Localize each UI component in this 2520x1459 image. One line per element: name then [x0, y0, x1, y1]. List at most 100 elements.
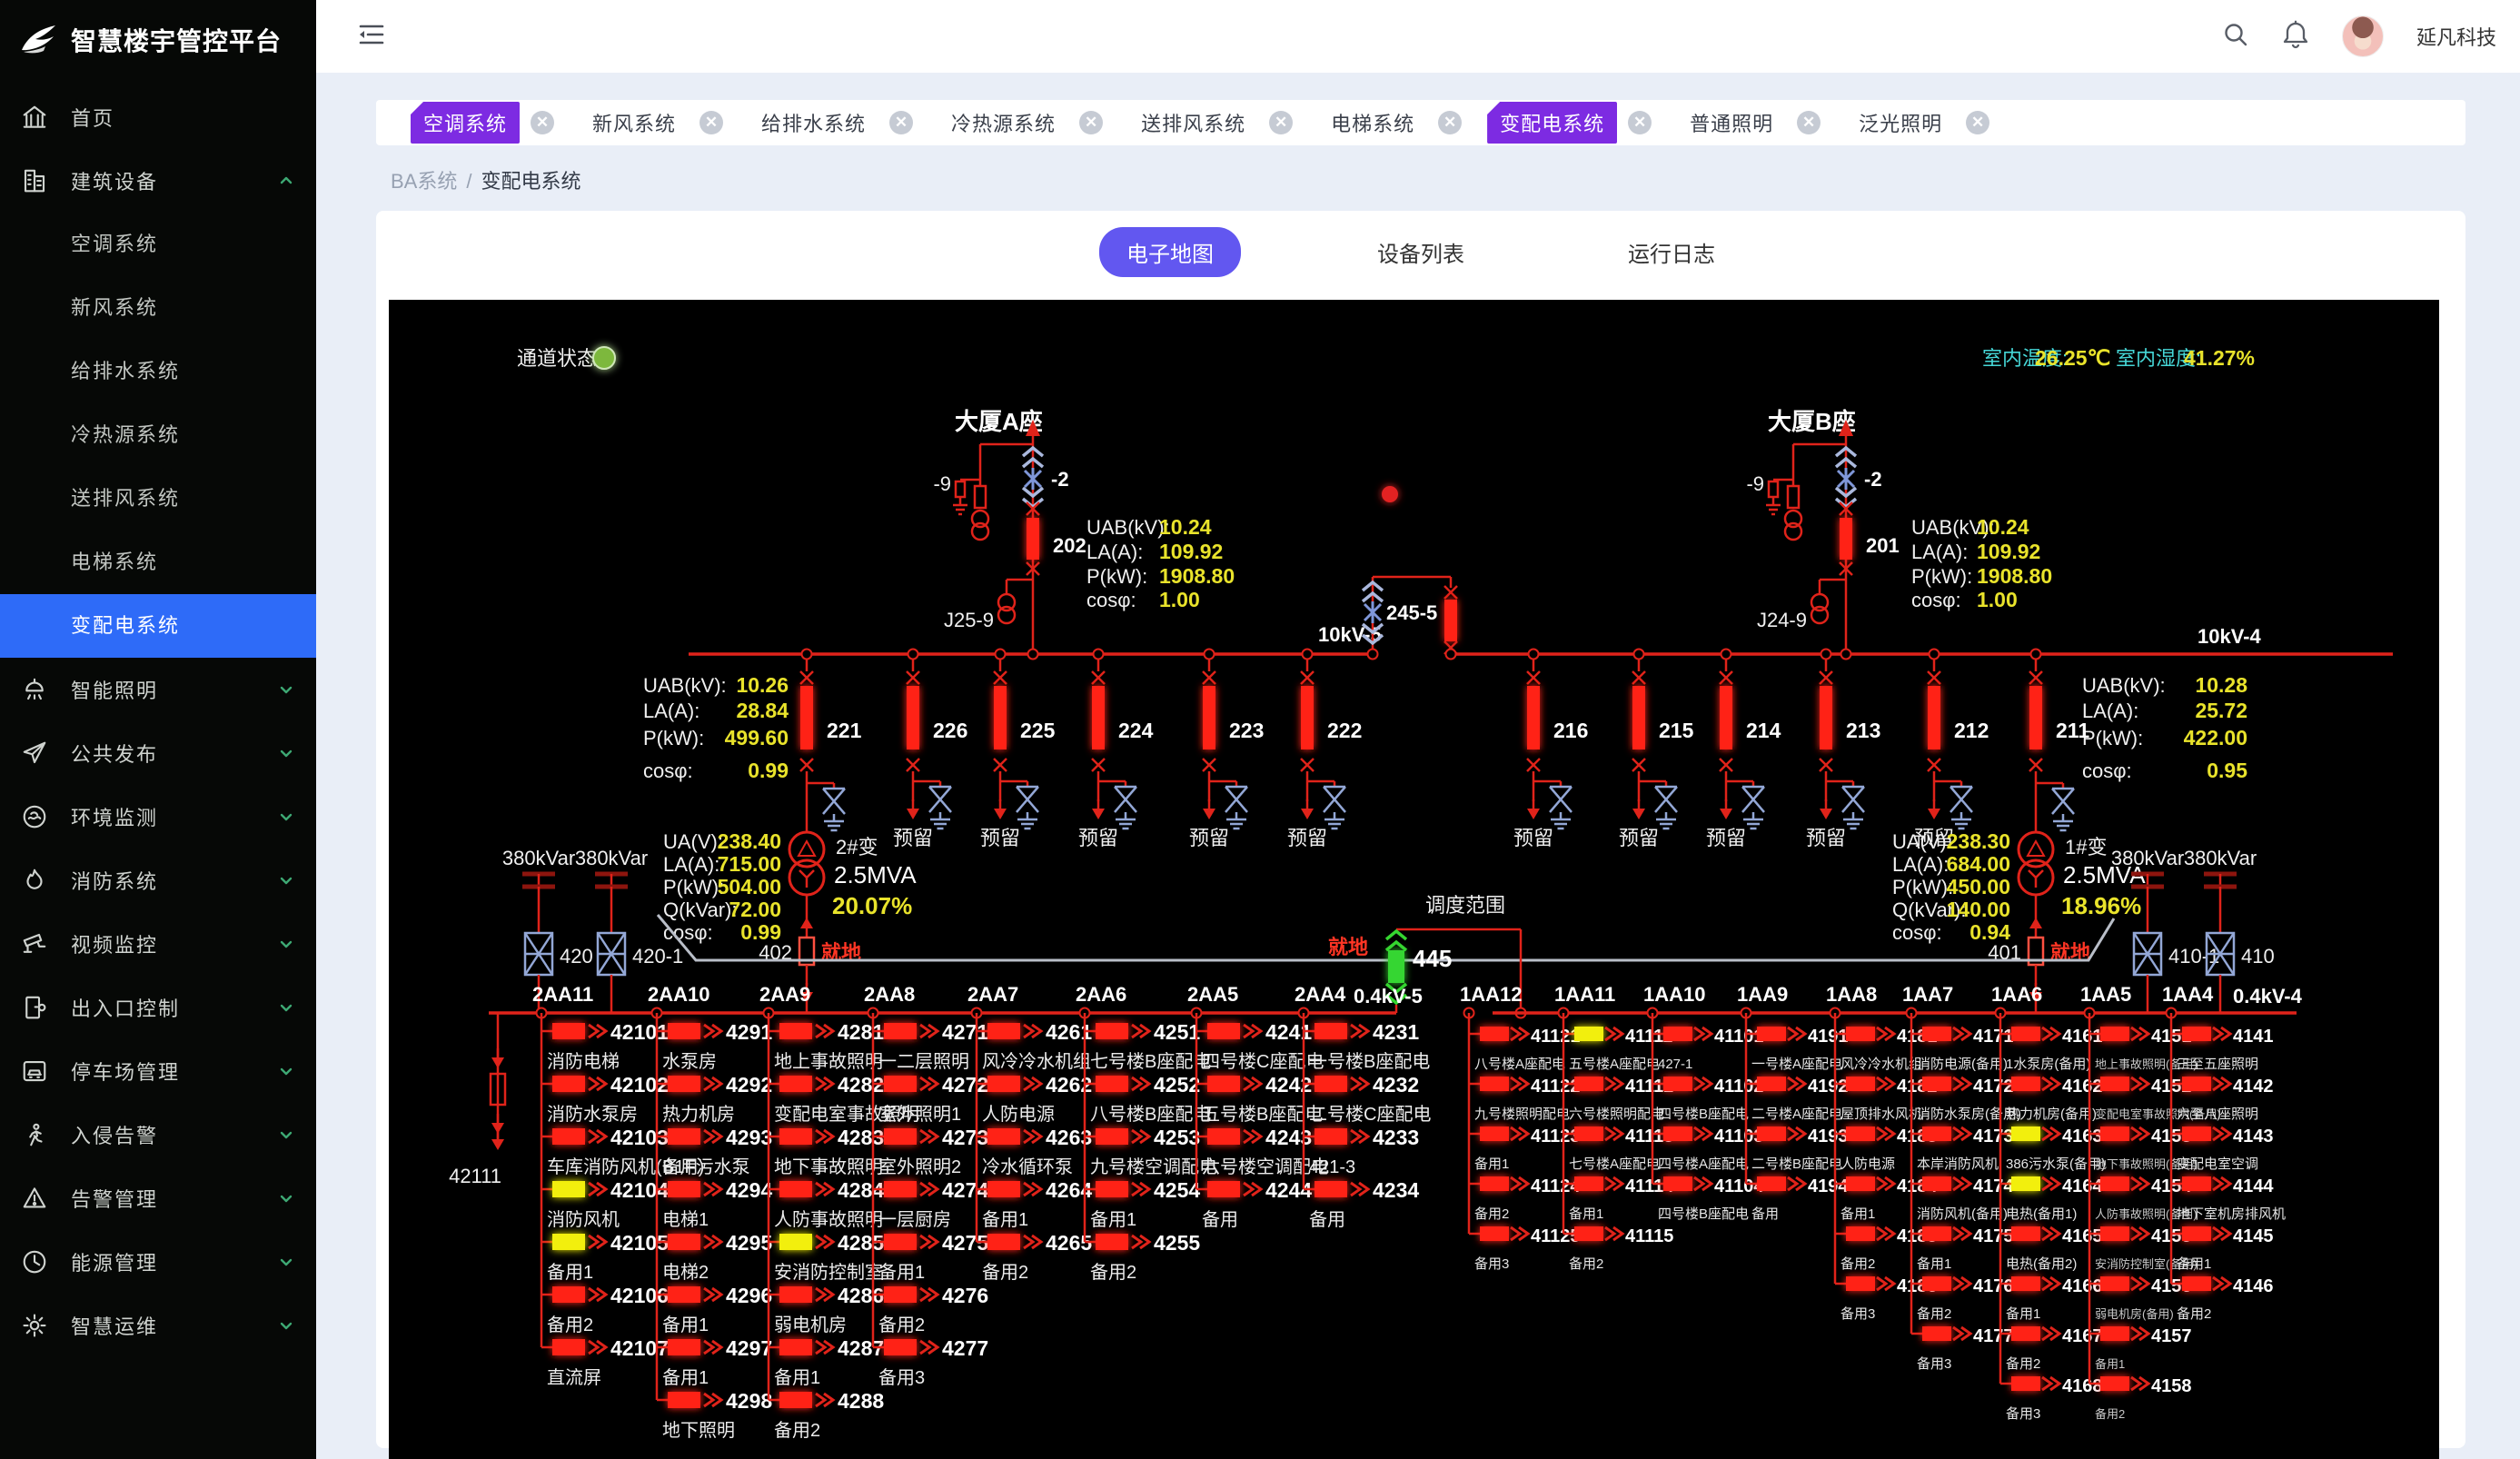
tab-给排水系统[interactable]: 给排水系统✕: [749, 102, 913, 144]
feeder-breaker-4192[interactable]: [1757, 1077, 1786, 1091]
feeder-breaker-4285[interactable]: [779, 1234, 812, 1250]
feeder-breaker-42101[interactable]: [552, 1023, 585, 1039]
breaker[interactable]: [1527, 686, 1540, 749]
feeder-breaker-4281[interactable]: [779, 1023, 812, 1039]
feeder-breaker-4166[interactable]: [2011, 1276, 2040, 1291]
sidebar-subitem-冷热源系统[interactable]: 冷热源系统: [0, 403, 316, 467]
sidebar-subitem-空调系统[interactable]: 空调系统: [0, 213, 316, 276]
feeder-breaker-4181[interactable]: [1846, 1027, 1875, 1041]
sidebar-item-消防系统[interactable]: 消防系统: [0, 849, 316, 912]
sidebar-item-环境监测[interactable]: 环境监测: [0, 785, 316, 849]
feeder-breaker-4277[interactable]: [884, 1339, 917, 1355]
feeder-breaker-4164[interactable]: [2011, 1176, 2040, 1191]
sidebar-subitem-电梯系统[interactable]: 电梯系统: [0, 531, 316, 594]
feeder-breaker-4233[interactable]: [1315, 1128, 1347, 1145]
sidebar-subitem-新风系统[interactable]: 新风系统: [0, 276, 316, 340]
sidebar-item-公共发布[interactable]: 公共发布: [0, 721, 316, 785]
breaker[interactable]: [2029, 686, 2042, 749]
feeder-breaker-4154[interactable]: [2100, 1176, 2129, 1191]
sidebar-item-能源管理[interactable]: 能源管理: [0, 1230, 316, 1294]
breaker[interactable]: [1928, 686, 1940, 749]
feeder-breaker-41124[interactable]: [1480, 1176, 1509, 1191]
feeder-breaker-42105[interactable]: [552, 1234, 585, 1250]
feeder-breaker-4183[interactable]: [1846, 1127, 1875, 1141]
breaker[interactable]: [1301, 686, 1314, 749]
breaker[interactable]: [1444, 600, 1457, 641]
search-icon[interactable]: [2222, 21, 2249, 53]
sidebar-subitem-给排水系统[interactable]: 给排水系统: [0, 340, 316, 403]
feeder-breaker-42104[interactable]: [552, 1181, 585, 1197]
feeder-breaker-4161[interactable]: [2011, 1027, 2040, 1041]
breaker[interactable]: [1092, 686, 1105, 749]
breaker[interactable]: [1720, 686, 1732, 749]
feeder-breaker-4146[interactable]: [2182, 1276, 2211, 1291]
feeder-breaker-4272[interactable]: [884, 1076, 917, 1092]
feeder-breaker-4288[interactable]: [779, 1392, 812, 1408]
feeder-breaker-42107[interactable]: [552, 1339, 585, 1355]
feeder-breaker-4296[interactable]: [668, 1286, 700, 1303]
sidebar-subitem-送排风系统[interactable]: 送排风系统: [0, 467, 316, 531]
close-icon[interactable]: ✕: [1797, 111, 1821, 134]
feeder-breaker-4152[interactable]: [2100, 1077, 2129, 1091]
feeder-breaker-41112[interactable]: [1574, 1077, 1603, 1091]
feeder-breaker-41103[interactable]: [1663, 1127, 1692, 1141]
close-icon[interactable]: ✕: [531, 111, 554, 134]
view-tab-电子地图[interactable]: 电子地图: [1099, 227, 1241, 277]
feeder-breaker-4286[interactable]: [779, 1286, 812, 1303]
feeder-breaker-4274[interactable]: [884, 1181, 917, 1197]
sidebar-subitem-变配电系统[interactable]: 变配电系统: [0, 594, 316, 658]
feeder-breaker-4175[interactable]: [1922, 1226, 1951, 1241]
feeder-breaker-4251[interactable]: [1096, 1023, 1128, 1039]
feeder-breaker-4244[interactable]: [1207, 1181, 1240, 1197]
view-tab-运行日志[interactable]: 运行日志: [1601, 227, 1742, 277]
breaker[interactable]: [1027, 518, 1039, 560]
feeder-breaker-41114[interactable]: [1574, 1176, 1603, 1191]
tab-变配电系统[interactable]: 变配电系统✕: [1487, 102, 1652, 144]
feeder-breaker-4264[interactable]: [987, 1181, 1020, 1197]
feeder-breaker-4231[interactable]: [1315, 1023, 1347, 1039]
feeder-breaker-4156[interactable]: [2100, 1276, 2129, 1291]
feeder-breaker-4261[interactable]: [987, 1023, 1020, 1039]
feeder-breaker-4176[interactable]: [1922, 1276, 1951, 1291]
feeder-breaker-4168[interactable]: [2011, 1376, 2040, 1391]
breaker[interactable]: [1203, 686, 1215, 749]
feeder-breaker-4275[interactable]: [884, 1234, 917, 1250]
feeder-breaker-4174[interactable]: [1922, 1176, 1951, 1191]
feeder-breaker-4193[interactable]: [1757, 1127, 1786, 1141]
view-tab-设备列表[interactable]: 设备列表: [1350, 227, 1492, 277]
close-icon[interactable]: ✕: [1438, 111, 1462, 134]
feeder-breaker-4283[interactable]: [779, 1128, 812, 1145]
close-icon[interactable]: ✕: [1628, 111, 1652, 134]
feeder-breaker-4141[interactable]: [2182, 1027, 2211, 1041]
feeder-breaker-4194[interactable]: [1757, 1176, 1786, 1191]
tab-新风系统[interactable]: 新风系统✕: [580, 102, 723, 144]
feeder-breaker-4273[interactable]: [884, 1128, 917, 1145]
sidebar-item-智能照明[interactable]: 智能照明: [0, 658, 316, 721]
feeder-breaker-41102[interactable]: [1663, 1077, 1692, 1091]
breaker[interactable]: [907, 686, 919, 749]
breaker[interactable]: [1632, 686, 1645, 749]
sidebar-item-停车场管理[interactable]: 停车场管理: [0, 1039, 316, 1103]
feeder-breaker-4243[interactable]: [1207, 1128, 1240, 1145]
feeder-breaker-4232[interactable]: [1315, 1076, 1347, 1092]
breaker[interactable]: [1840, 518, 1852, 560]
feeder-breaker-4254[interactable]: [1096, 1181, 1128, 1197]
tab-送排风系统[interactable]: 送排风系统✕: [1128, 102, 1293, 144]
feeder-breaker-4142[interactable]: [2182, 1077, 2211, 1091]
feeder-breaker-4158[interactable]: [2100, 1376, 2129, 1391]
feeder-breaker-4271[interactable]: [884, 1023, 917, 1039]
feeder-breaker-4163[interactable]: [2011, 1127, 2040, 1141]
feeder-breaker-4171[interactable]: [1922, 1027, 1951, 1041]
tab-泛光照明[interactable]: 泛光照明✕: [1846, 102, 1989, 144]
feeder-breaker-41123[interactable]: [1480, 1127, 1509, 1141]
tab-普通照明[interactable]: 普通照明✕: [1677, 102, 1821, 144]
feeder-breaker-4184[interactable]: [1846, 1176, 1875, 1191]
sidebar-item-建筑设备[interactable]: 建筑设备: [0, 149, 316, 213]
tab-电梯系统[interactable]: 电梯系统✕: [1318, 102, 1462, 144]
sidebar-item-智慧运维[interactable]: 智慧运维: [0, 1294, 316, 1357]
feeder-breaker-4293[interactable]: [668, 1128, 700, 1145]
sidebar-item-视频监控[interactable]: 视频监控: [0, 912, 316, 976]
feeder-breaker-4155[interactable]: [2100, 1226, 2129, 1241]
avatar[interactable]: [2342, 15, 2384, 57]
breaker[interactable]: [994, 686, 1007, 749]
